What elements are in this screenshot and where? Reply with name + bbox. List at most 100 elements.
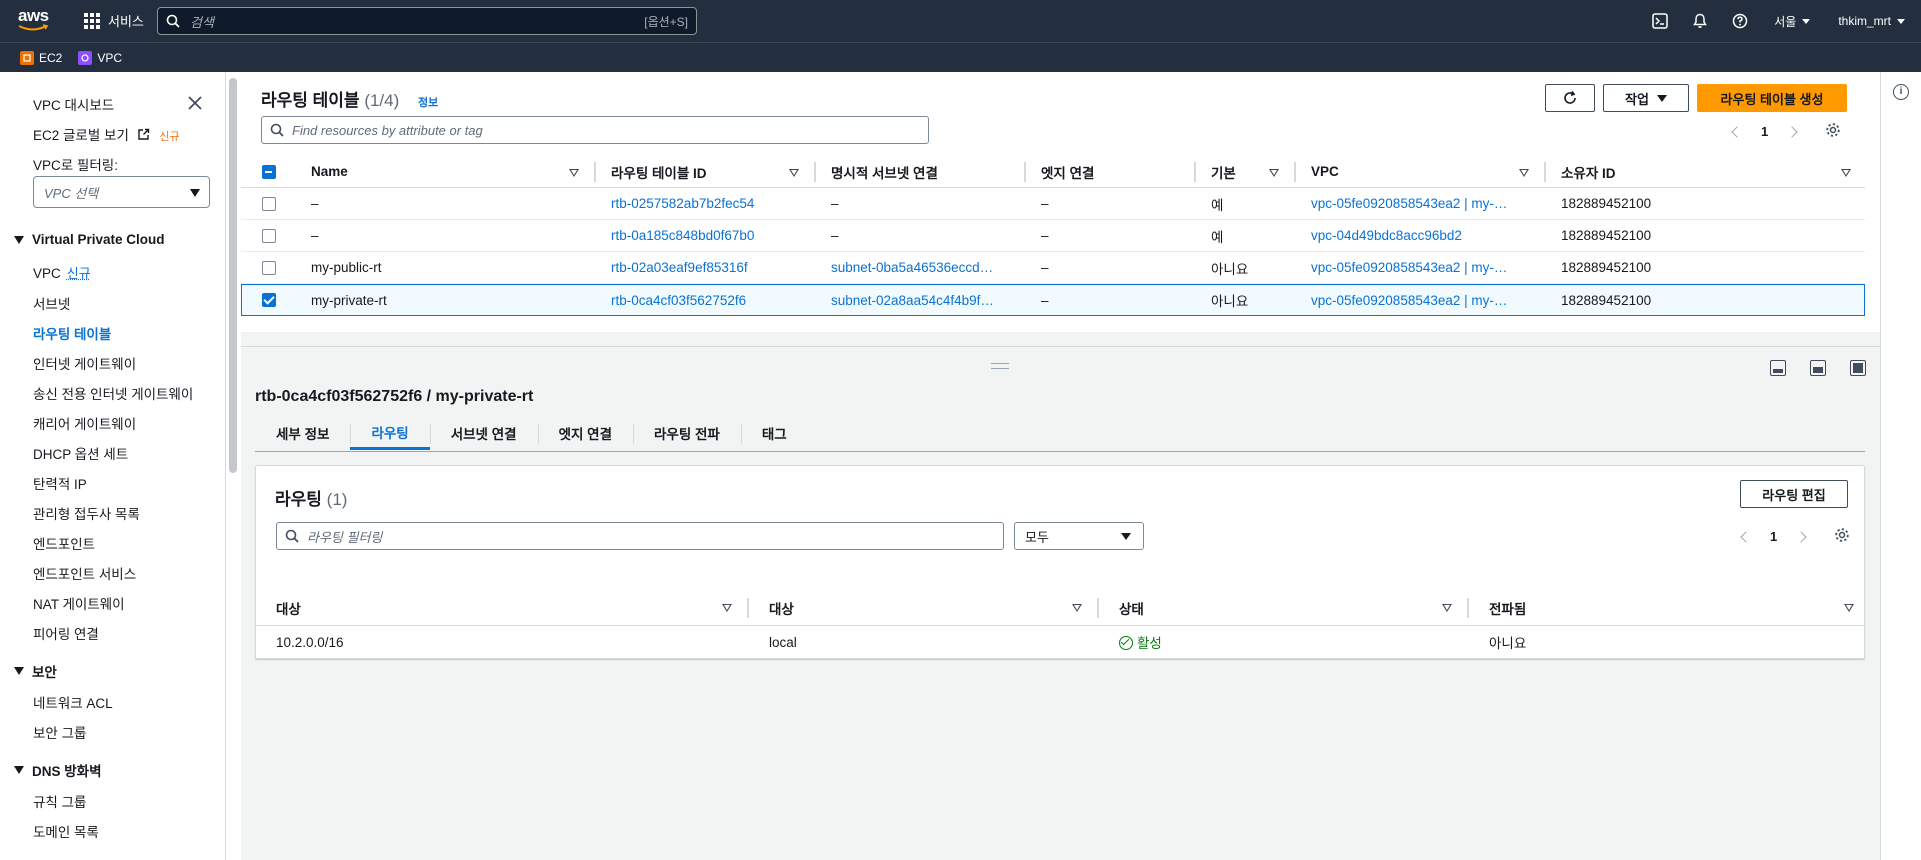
column-header-edge-associations[interactable]: 엣지 연결 [1041,162,1094,182]
routes-type-select[interactable]: 모두 [1014,522,1144,550]
notifications-bell-icon[interactable] [1680,0,1720,42]
section-dns-firewall[interactable]: DNS 방화벽 [14,760,102,780]
sort-icon[interactable] [789,169,799,177]
panel-full-icon[interactable] [1850,360,1866,376]
sidebar-item-domain-lists[interactable]: 도메인 목록 [33,821,99,841]
column-divider[interactable] [814,162,816,182]
column-header-status[interactable]: 상태 [1119,598,1144,618]
table-row[interactable]: – rtb-0257582ab7b2fec54 – – 예 vpc-05fe09… [241,188,1865,220]
subnet-link[interactable]: subnet-0ba5a46536eccd… [831,260,1011,275]
column-divider[interactable] [594,162,596,182]
sidebar-item-vpc[interactable]: VPC 신규 [33,263,91,282]
route-table-id-link[interactable]: rtb-0ca4cf03f562752f6 [611,293,746,308]
column-divider[interactable] [1544,162,1546,182]
row-checkbox[interactable] [262,261,276,275]
sidebar-item-dhcp-option-sets[interactable]: DHCP 옵션 세트 [33,443,128,463]
vpc-link[interactable]: vpc-05fe0920858543ea2 | my-… [1311,196,1526,211]
vpc-filter-select[interactable]: VPC 선택 [33,176,210,208]
sidebar-item-internet-gateways[interactable]: 인터넷 게이트웨이 [33,353,136,373]
route-table-id-link[interactable]: rtb-0a185c848bd0f67b0 [611,228,754,243]
column-header-name[interactable]: Name [311,164,348,179]
column-header-explicit-subnet[interactable]: 명시적 서브넷 연결 [831,162,938,182]
tab-route-propagation[interactable]: 라우팅 전파 [633,416,741,450]
favorite-vpc[interactable]: VPC [78,50,122,65]
column-header-vpc[interactable]: VPC [1311,164,1339,179]
next-page-icon[interactable] [1786,125,1798,138]
sort-icon[interactable] [1072,604,1082,612]
sidebar-item-elastic-ips[interactable]: 탄력적 IP [33,473,87,493]
vpc-link[interactable]: vpc-05fe0920858543ea2 | my-… [1311,293,1526,308]
global-search-input[interactable]: 검색 [옵션+S] [157,7,697,35]
sidebar-item-nat-gateways[interactable]: NAT 게이트웨이 [33,593,125,613]
previous-page-icon[interactable] [1740,530,1752,543]
section-security[interactable]: 보안 [14,661,57,681]
route-table-id-link[interactable]: rtb-0257582ab7b2fec54 [611,196,754,211]
info-link[interactable]: 정보 [418,97,438,109]
current-page[interactable]: 1 [1770,529,1777,544]
column-header-route-table-id[interactable]: 라우팅 테이블 ID [611,162,707,182]
column-header-main[interactable]: 기본 [1211,162,1236,182]
current-page[interactable]: 1 [1761,124,1768,139]
sidebar-item-peering-connections[interactable]: 피어링 연결 [33,623,99,643]
sidebar-item-vpc-dashboard[interactable]: VPC 대시보드 [33,94,114,114]
sidebar-item-rule-groups[interactable]: 규칙 그룹 [33,791,86,811]
services-button[interactable]: 서비스 [84,11,144,30]
column-header-target[interactable]: 대상 [769,598,794,618]
column-header-propagated[interactable]: 전파됨 [1489,598,1526,618]
sidebar-item-ec2-global-view[interactable]: EC2 글로벌 보기 신규 [33,124,180,144]
tab-edge-associations[interactable]: 엣지 연결 [537,416,633,450]
create-route-table-button[interactable]: 라우팅 테이블 생성 [1697,84,1847,112]
column-header-owner-id[interactable]: 소유자 ID [1561,162,1616,182]
section-virtual-private-cloud[interactable]: Virtual Private Cloud [14,232,165,247]
select-all-checkbox[interactable] [262,165,276,179]
region-selector[interactable]: 서울 [1774,13,1811,30]
sort-icon[interactable] [722,604,732,612]
sort-icon[interactable] [1844,604,1854,612]
sort-icon[interactable] [1519,169,1529,177]
cloudshell-icon[interactable] [1640,0,1680,42]
column-divider[interactable] [1294,162,1296,182]
sort-icon[interactable] [1841,169,1851,177]
column-divider[interactable] [1024,162,1026,182]
table-settings-icon[interactable] [1825,122,1841,141]
refresh-button[interactable] [1545,84,1595,112]
tab-details[interactable]: 세부 정보 [255,416,350,450]
next-page-icon[interactable] [1795,530,1807,543]
sidebar-item-network-acls[interactable]: 네트워크 ACL [33,692,113,712]
sidebar-item-route-tables[interactable]: 라우팅 테이블 [33,323,111,343]
route-table-id-link[interactable]: rtb-02a03eaf9ef85316f [611,260,748,275]
table-row[interactable]: my-public-rt rtb-02a03eaf9ef85316f subne… [241,252,1865,284]
sidebar-scrollbar[interactable] [229,78,237,473]
column-divider[interactable] [1194,162,1196,182]
routes-filter-input[interactable]: 라우팅 필터링 [276,522,1004,550]
sidebar-item-managed-prefix-lists[interactable]: 관리형 접두사 목록 [33,503,140,523]
edit-routes-button[interactable]: 라우팅 편집 [1740,480,1848,508]
routes-settings-icon[interactable] [1834,527,1850,546]
previous-page-icon[interactable] [1731,125,1743,138]
panel-half-icon[interactable] [1810,360,1826,376]
column-header-destination[interactable]: 대상 [276,598,301,618]
vpc-link[interactable]: vpc-05fe0920858543ea2 | my-… [1311,260,1526,275]
row-checkbox[interactable] [262,197,276,211]
sidebar-item-security-groups[interactable]: 보안 그룹 [33,722,86,742]
account-menu[interactable]: thkim_mrt [1838,14,1905,28]
sidebar-item-endpoint-services[interactable]: 엔드포인트 서비스 [33,563,136,583]
sidebar-item-carrier-gateways[interactable]: 캐리어 게이트웨이 [33,413,136,433]
tab-tags[interactable]: 태그 [740,416,808,450]
sort-icon[interactable] [1269,169,1279,177]
tab-routes[interactable]: 라우팅 [350,416,430,450]
panel-bottom-icon[interactable] [1770,360,1786,376]
table-row-selected[interactable]: my-private-rt rtb-0ca4cf03f562752f6 subn… [241,284,1865,316]
column-divider[interactable] [747,598,749,618]
actions-button[interactable]: 작업 [1603,84,1689,112]
column-divider[interactable] [1467,598,1469,618]
aws-logo[interactable]: aws [18,7,52,34]
favorite-ec2[interactable]: EC2 [20,50,62,65]
column-divider[interactable] [1097,598,1099,618]
vpc-link[interactable]: vpc-04d49bdc8acc96bd2 [1311,228,1526,243]
info-icon[interactable]: i [1893,84,1909,100]
row-checkbox[interactable] [262,293,276,307]
row-checkbox[interactable] [262,229,276,243]
table-row[interactable]: – rtb-0a185c848bd0f67b0 – – 예 vpc-04d49b… [241,220,1865,252]
route-table-filter-input[interactable]: Find resources by attribute or tag [261,116,929,144]
